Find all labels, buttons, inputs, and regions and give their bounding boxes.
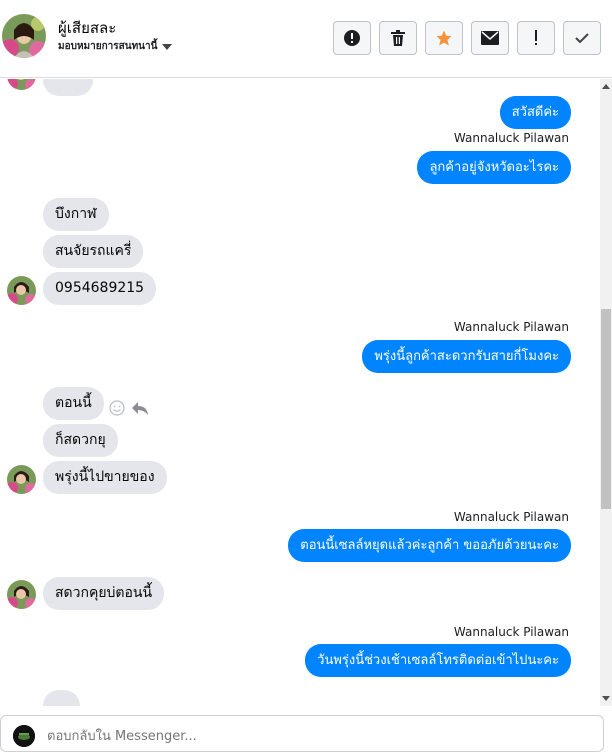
message-bubble-incoming[interactable]: สดวกคุยบ่ตอนนี้ xyxy=(43,577,165,610)
mark-unread-button[interactable] xyxy=(471,21,509,55)
scrollbar-thumb[interactable] xyxy=(601,309,611,509)
emoji-react-icon[interactable] xyxy=(109,400,125,416)
message-bubble-incoming[interactable] xyxy=(43,79,93,96)
report-spam-button[interactable] xyxy=(333,21,371,55)
contact-avatar-small xyxy=(7,276,36,305)
contact-avatar-small xyxy=(7,580,36,609)
exclamation-icon xyxy=(535,30,537,45)
contact-avatar-small xyxy=(7,79,36,90)
scrollbar[interactable] xyxy=(600,79,612,706)
message-bubble-incoming[interactable]: พรุ่งนี้ไปขายของ xyxy=(43,461,167,494)
assign-conversation-dropdown[interactable]: มอบหมายการสนทนานี้ xyxy=(58,39,173,54)
star-icon xyxy=(436,30,452,46)
page-avatar xyxy=(13,725,35,747)
assign-label: มอบหมายการสนทนานี้ xyxy=(58,41,158,52)
conversation-header: ผู้เสียสละ มอบหมายการสนทนานี้ xyxy=(0,0,612,78)
scroll-up-arrow-icon[interactable] xyxy=(602,84,610,89)
delete-button[interactable] xyxy=(379,21,417,55)
message-bubble-incoming[interactable]: บึงกาฬ xyxy=(43,198,109,231)
sender-name: Wannaluck Pilawan xyxy=(453,625,569,639)
message-bubble-incoming[interactable]: ตอนนี้ xyxy=(43,387,104,420)
scroll-down-arrow-icon[interactable] xyxy=(602,696,610,701)
message-bubble-incoming[interactable]: สนจัยรถแครี่ xyxy=(43,235,144,268)
checkmark-icon xyxy=(575,33,589,44)
alert-circle-icon xyxy=(344,30,360,46)
message-actions xyxy=(109,400,149,416)
star-button[interactable] xyxy=(425,21,463,55)
trash-icon xyxy=(391,30,405,46)
chevron-down-icon xyxy=(162,43,173,50)
contact-avatar[interactable] xyxy=(2,14,46,58)
mark-done-button[interactable] xyxy=(563,21,601,55)
sender-name: Wannaluck Pilawan xyxy=(453,320,569,334)
message-bubble-outgoing[interactable]: สวัสดีค่ะ xyxy=(499,96,571,129)
envelope-icon xyxy=(481,31,499,45)
message-bubble-outgoing[interactable]: วันพรุ่งนี้ช่วงเช้าเซลล์โทรติดต่อเข้าไปน… xyxy=(305,644,571,677)
conversation-toolbar xyxy=(333,21,601,55)
reply-input[interactable] xyxy=(47,726,587,746)
message-bubble-incoming[interactable] xyxy=(43,690,80,706)
message-bubble-incoming[interactable]: ก็สดวกยุ xyxy=(43,424,118,457)
reply-composer xyxy=(0,715,604,752)
message-bubble-outgoing[interactable]: ลูกค้าอยู่จังหวัดอะไรคะ xyxy=(417,151,571,184)
sender-name: Wannaluck Pilawan xyxy=(453,510,569,524)
message-thread[interactable]: สวัสดีค่ะ Wannaluck Pilawan ลูกค้าอยู่จั… xyxy=(0,79,612,706)
message-bubble-incoming[interactable]: 0954689215 xyxy=(43,272,157,305)
message-bubble-outgoing[interactable]: ตอนนี้เซลล์หยุดแล้วค่ะลูกค้า ขออภัยด้วยน… xyxy=(288,529,571,562)
message-bubble-outgoing[interactable]: พรุ่งนี้ลูกค้าสะดวกรับสายกี่โมงคะ xyxy=(362,340,571,373)
sender-name: Wannaluck Pilawan xyxy=(453,131,569,145)
contact-avatar-small xyxy=(7,465,36,494)
contact-name[interactable]: ผู้เสียสละ xyxy=(58,16,116,40)
flag-button[interactable] xyxy=(517,21,555,55)
reply-icon[interactable] xyxy=(131,400,149,416)
